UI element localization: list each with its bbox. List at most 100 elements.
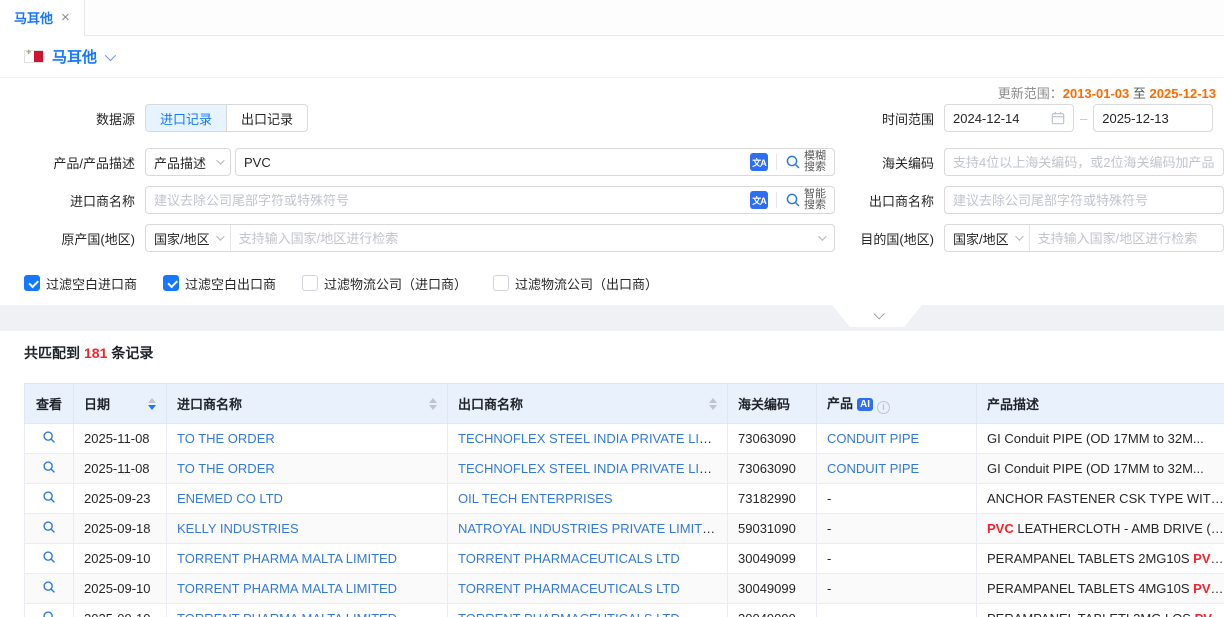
- importer-link[interactable]: KELLY INDUSTRIES: [177, 521, 299, 536]
- view-record-button[interactable]: [42, 430, 56, 444]
- row-hs-code: 73063090: [728, 454, 817, 484]
- product-search-input[interactable]: [244, 155, 750, 170]
- product-type-select[interactable]: 产品描述: [145, 148, 231, 176]
- exporter-search-field[interactable]: [944, 186, 1224, 214]
- hs-code-field[interactable]: [944, 148, 1224, 176]
- magnifier-icon: [42, 520, 56, 534]
- importer-link[interactable]: ENEMED CO LTD: [177, 491, 283, 506]
- col-importer[interactable]: 进口商名称: [167, 384, 448, 424]
- tab-close-icon[interactable]: ×: [61, 10, 70, 25]
- row-description: GI Conduit PIPE (OD 17MM to 32M...: [977, 454, 1224, 484]
- importer-search-field[interactable]: 文A 智能搜索: [145, 186, 835, 214]
- hs-code-input[interactable]: [953, 155, 1215, 170]
- records-table: 查看 日期 进口商名称 出口商名称 海关编码 产品AIi 产品描述 2025-1…: [24, 383, 1224, 617]
- table-row[interactable]: 2025-09-10 TORRENT PHARMA MALTA LIMITED …: [25, 604, 1224, 617]
- product-link[interactable]: CONDUIT PIPE: [827, 461, 919, 476]
- sort-date[interactable]: [148, 398, 156, 410]
- col-date[interactable]: 日期: [74, 384, 167, 424]
- origin-country-field[interactable]: 国家/地区: [145, 224, 835, 252]
- table-row[interactable]: 2025-09-10 TORRENT PHARMA MALTA LIMITED …: [25, 544, 1224, 574]
- table-row[interactable]: 2025-11-08 TO THE ORDER TECHNOFLEX STEEL…: [25, 424, 1224, 454]
- sort-exporter[interactable]: [709, 398, 717, 410]
- checkbox-icon[interactable]: [163, 275, 179, 291]
- chevron-down-icon: [216, 232, 224, 240]
- importer-link[interactable]: TO THE ORDER: [177, 431, 275, 446]
- destination-country-field[interactable]: 国家/地区: [944, 224, 1224, 252]
- calendar-icon[interactable]: [1051, 111, 1065, 125]
- smart-search-button[interactable]: 智能搜索: [785, 189, 826, 211]
- chevron-down-icon: [873, 308, 884, 319]
- table-row[interactable]: 2025-09-18 KELLY INDUSTRIES NATROYAL IND…: [25, 514, 1224, 544]
- divider: [776, 154, 777, 170]
- importer-link[interactable]: TO THE ORDER: [177, 461, 275, 476]
- filter-checkbox[interactable]: 过滤空白进口商: [24, 274, 137, 293]
- table-row[interactable]: 2025-11-08 TO THE ORDER TECHNOFLEX STEEL…: [25, 454, 1224, 484]
- product-link[interactable]: CONDUIT PIPE: [827, 431, 919, 446]
- col-description: 产品描述: [977, 384, 1224, 424]
- date-from-input[interactable]: [953, 111, 1051, 126]
- translate-icon[interactable]: 文A: [750, 153, 768, 171]
- magnifier-icon: [42, 430, 56, 444]
- row-description: PERAMPANEL TABLETS 4MG10S PVC...: [977, 574, 1224, 604]
- tab-import-records[interactable]: 进口记录: [146, 105, 226, 131]
- origin-country-select[interactable]: 国家/地区: [146, 225, 231, 251]
- update-range-to-word: 至: [1133, 86, 1146, 101]
- row-date: 2025-09-10: [74, 544, 167, 574]
- filter-panel: 更新范围：2013-01-03 至 2025-12-13 数据源 进口记录 出口…: [0, 78, 1224, 305]
- sort-importer[interactable]: [429, 398, 437, 410]
- exporter-link[interactable]: TORRENT PHARMACEUTICALS LTD: [458, 611, 680, 617]
- checkbox-icon[interactable]: [302, 275, 318, 291]
- table-row[interactable]: 2025-09-23 ENEMED CO LTD OIL TECH ENTERP…: [25, 484, 1224, 514]
- filter-checkbox[interactable]: 过滤空白出口商: [163, 274, 276, 293]
- row-hs-code: 30049099: [728, 544, 817, 574]
- exporter-link[interactable]: TORRENT PHARMACEUTICALS LTD: [458, 581, 680, 596]
- tab-malta[interactable]: 马耳他 ×: [0, 0, 85, 36]
- date-to-field[interactable]: [1093, 104, 1213, 132]
- row-date: 2025-09-23: [74, 484, 167, 514]
- product-search-field[interactable]: 文A 模糊搜索: [235, 148, 835, 176]
- tab-export-records[interactable]: 出口记录: [226, 105, 307, 131]
- chevron-down-icon[interactable]: [105, 49, 116, 60]
- exporter-search-input[interactable]: [953, 193, 1215, 208]
- product-link: -: [827, 581, 831, 596]
- exporter-link[interactable]: NATROYAL INDUSTRIES PRIVATE LIMITED: [458, 521, 720, 536]
- filter-checkbox[interactable]: 过滤物流公司（进口商）: [302, 274, 467, 293]
- importer-link[interactable]: TORRENT PHARMA MALTA LIMITED: [177, 551, 397, 566]
- exporter-link[interactable]: TECHNOFLEX STEEL INDIA PRIVATE LIMITED: [458, 431, 728, 446]
- view-record-button[interactable]: [42, 580, 56, 594]
- importer-search-input[interactable]: [154, 193, 750, 208]
- filter-checkbox[interactable]: 过滤物流公司（出口商）: [493, 274, 658, 293]
- view-record-button[interactable]: [42, 610, 56, 617]
- view-record-button[interactable]: [42, 550, 56, 564]
- collapse-panel-button[interactable]: [832, 305, 922, 327]
- filter-checkboxes: 过滤空白进口商 过滤空白出口商 过滤物流公司（进口商） 过滤物流公司（出口商）: [0, 274, 1224, 292]
- checkbox-label: 过滤空白出口商: [185, 274, 276, 293]
- time-range-label: 时间范围: [846, 109, 934, 128]
- checkbox-icon[interactable]: [24, 275, 40, 291]
- exporter-link[interactable]: TORRENT PHARMACEUTICALS LTD: [458, 551, 680, 566]
- translate-icon[interactable]: 文A: [750, 191, 768, 209]
- importer-link[interactable]: TORRENT PHARMA MALTA LIMITED: [177, 611, 397, 617]
- col-exporter[interactable]: 出口商名称: [448, 384, 728, 424]
- chevron-down-icon: [818, 232, 826, 240]
- update-range: 更新范围：2013-01-03 至 2025-12-13: [998, 83, 1216, 102]
- destination-country-select[interactable]: 国家/地区: [945, 225, 1030, 251]
- info-icon[interactable]: i: [877, 401, 890, 414]
- destination-country-input[interactable]: [1030, 231, 1223, 246]
- view-record-button[interactable]: [42, 520, 56, 534]
- fuzzy-search-button[interactable]: 模糊搜索: [785, 151, 826, 173]
- product-type-value: 产品描述: [154, 153, 206, 172]
- date-from-field[interactable]: [944, 104, 1074, 132]
- importer-link[interactable]: TORRENT PHARMA MALTA LIMITED: [177, 581, 397, 596]
- exporter-link[interactable]: OIL TECH ENTERPRISES: [458, 491, 613, 506]
- origin-country-input[interactable]: [231, 231, 812, 246]
- table-row[interactable]: 2025-09-10 TORRENT PHARMA MALTA LIMITED …: [25, 574, 1224, 604]
- data-source-label: 数据源: [0, 109, 135, 128]
- date-to-input[interactable]: [1102, 111, 1204, 126]
- view-record-button[interactable]: [42, 460, 56, 474]
- row-description: PERAMPANEL TABLETS 2MG10S PVC...: [977, 544, 1224, 574]
- exporter-link[interactable]: TECHNOFLEX STEEL INDIA PRIVATE LIMITED: [458, 461, 728, 476]
- checkbox-icon[interactable]: [493, 275, 509, 291]
- row-description: GI Conduit PIPE (OD 17MM to 32M...: [977, 424, 1224, 454]
- view-record-button[interactable]: [42, 490, 56, 504]
